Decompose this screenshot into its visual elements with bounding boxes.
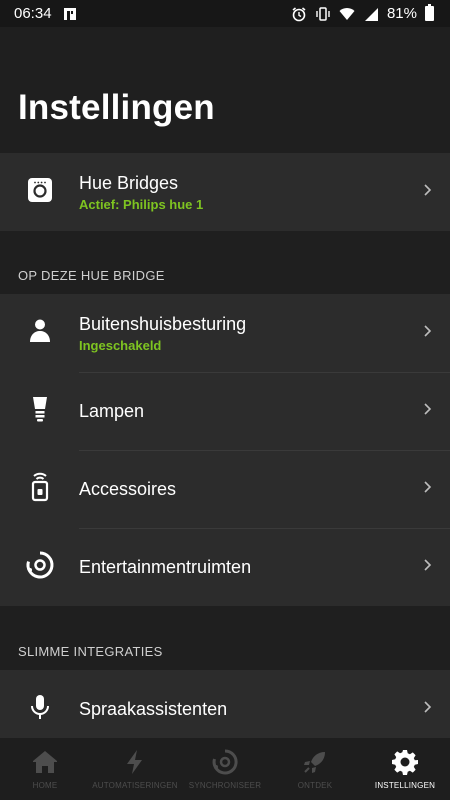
status-time: 06:34 [14, 5, 52, 22]
page-title: Instellingen [18, 88, 215, 127]
nav-automations[interactable]: AUTOMATISERINGEN [90, 738, 180, 800]
remote-control-row[interactable]: Buitenshuisbesturing Ingeschakeld [0, 294, 450, 372]
hue-bridges-title: Hue Bridges [79, 172, 179, 193]
person-icon [25, 316, 55, 351]
lamps-title: Lampen [79, 400, 145, 421]
gear-icon [391, 748, 419, 781]
integrations-card: Spraakassistenten [0, 670, 450, 748]
bridge-settings-card: Buitenshuisbesturing Ingeschakeld Lampen [0, 294, 450, 606]
vibrate-icon [315, 6, 331, 22]
section-label-integrations: SLIMME INTEGRATIES [18, 644, 163, 659]
sync-icon [211, 748, 239, 781]
bridge-icon [25, 175, 55, 210]
chevron-right-icon [423, 700, 433, 719]
remote-icon [25, 472, 55, 507]
bridges-card: Hue Bridges Actief: Philips hue 1 [0, 153, 450, 231]
status-bar: 06:34 81% [0, 0, 450, 27]
entertainment-title: Entertainmentruimten [79, 556, 252, 577]
chevron-right-icon [423, 402, 433, 421]
chevron-right-icon [423, 558, 433, 577]
nav-discover[interactable]: ONTDEK [270, 738, 360, 800]
nav-settings-label: INSTELLINGEN [374, 781, 436, 790]
battery-icon [425, 4, 434, 21]
voice-assistants-title: Spraakassistenten [79, 698, 228, 719]
alarm-icon [291, 6, 307, 22]
nav-settings[interactable]: INSTELLINGEN [360, 738, 450, 800]
section-label-bridge: OP DEZE HUE BRIDGE [18, 268, 165, 283]
chevron-right-icon [423, 480, 433, 499]
lamps-row[interactable]: Lampen [0, 372, 450, 450]
accessories-row[interactable]: Accessoires [0, 450, 450, 528]
entertainment-icon [25, 550, 55, 585]
signal-icon [363, 6, 379, 22]
notification-icon [62, 6, 78, 22]
nav-sync[interactable]: SYNCHRONISEER [180, 738, 270, 800]
nav-discover-label: ONTDEK [297, 781, 333, 790]
remote-control-status: Ingeschakeld [79, 337, 162, 353]
hue-bridges-row[interactable]: Hue Bridges Actief: Philips hue 1 [0, 153, 450, 231]
wifi-icon [339, 6, 355, 22]
rocket-icon [301, 748, 329, 781]
bulb-icon [25, 394, 55, 429]
nav-automations-label: AUTOMATISERINGEN [92, 781, 178, 790]
chevron-right-icon [423, 324, 433, 343]
nav-home-label: HOME [32, 781, 58, 790]
home-icon [31, 748, 59, 781]
bottom-navigation: HOME AUTOMATISERINGEN SYNCHRONISEER ONTD… [0, 738, 450, 800]
nav-sync-label: SYNCHRONISEER [188, 781, 262, 790]
entertainment-row[interactable]: Entertainmentruimten [0, 528, 450, 606]
remote-control-title: Buitenshuisbesturing [79, 313, 247, 334]
chevron-right-icon [423, 183, 433, 202]
hue-bridges-status: Actief: Philips hue 1 [79, 196, 204, 212]
battery-percentage: 81% [386, 5, 417, 22]
voice-assistants-row[interactable]: Spraakassistenten [0, 670, 450, 748]
accessories-title: Accessoires [79, 478, 177, 499]
nav-home[interactable]: HOME [0, 738, 90, 800]
bolt-icon [121, 748, 149, 781]
microphone-icon [25, 692, 55, 727]
